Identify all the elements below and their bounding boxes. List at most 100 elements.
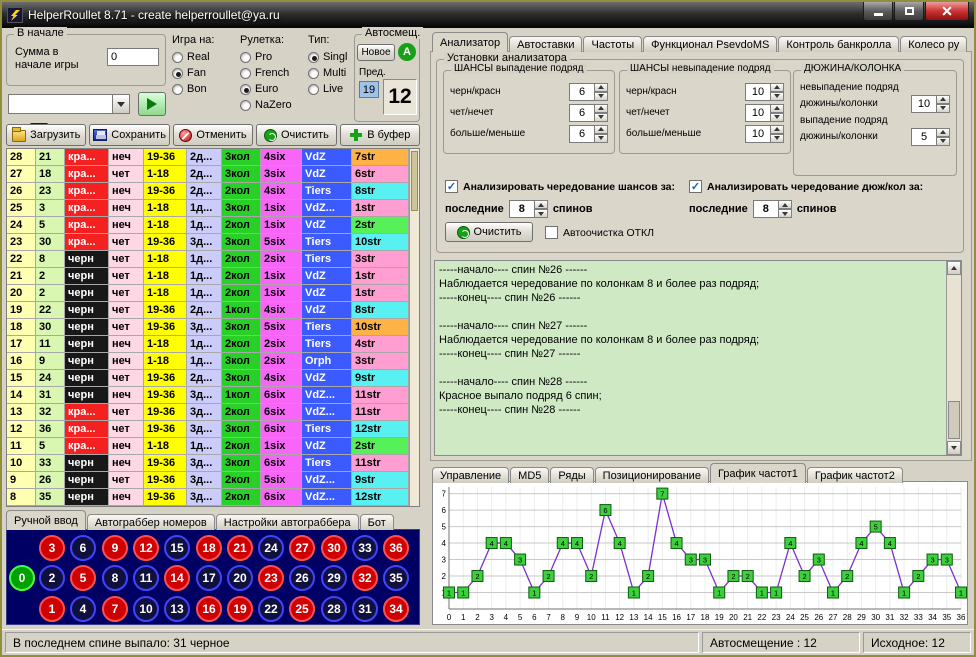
play-button[interactable]	[138, 92, 166, 116]
table-row[interactable]: 2623кра...неч19-362д...2кол4sixTiers8str	[7, 183, 419, 200]
combobox-field[interactable]	[8, 94, 112, 114]
tab-analyzer[interactable]: Анализатор	[432, 32, 508, 52]
spinner-down-button[interactable]	[535, 209, 548, 218]
number-33[interactable]: 33	[352, 535, 378, 561]
spinner-up-button[interactable]	[535, 200, 548, 209]
spinner-up-button[interactable]	[771, 83, 784, 92]
table-scrollbar-thumb[interactable]	[411, 151, 418, 211]
number-17[interactable]: 17	[196, 565, 222, 591]
log-scrollbar[interactable]	[946, 261, 961, 455]
radio-option-live[interactable]: Live	[308, 81, 347, 97]
number-34[interactable]: 34	[383, 596, 409, 622]
number-14[interactable]: 14	[164, 565, 190, 591]
combobox-dropdown-button[interactable]	[112, 94, 130, 114]
number-9[interactable]: 9	[102, 535, 128, 561]
spinner-up-button[interactable]	[595, 83, 608, 92]
close-button[interactable]	[925, 2, 969, 21]
tab-positioning[interactable]: Позиционирование	[595, 467, 709, 483]
spinner-down-button[interactable]	[771, 134, 784, 143]
spinner-down-button[interactable]	[779, 209, 792, 218]
tab-freq-chart1[interactable]: График частот1	[710, 463, 806, 483]
tab-frequencies[interactable]: Частоты	[583, 36, 642, 52]
spinner-up-button[interactable]	[937, 95, 950, 104]
auto-badge[interactable]: A	[398, 43, 416, 61]
number-4[interactable]: 4	[70, 596, 96, 622]
undo-button[interactable]: Отменить	[173, 124, 253, 146]
spinner-up-button[interactable]	[937, 128, 950, 137]
spinner-up-button[interactable]	[771, 104, 784, 113]
table-row[interactable]: 1524чернчет19-362д...3кол4sixVdZ9str	[7, 370, 419, 387]
radio-option-singl[interactable]: Singl	[308, 49, 347, 65]
table-row[interactable]: 1830чернчет19-363д...3кол5sixTiers10str	[7, 319, 419, 336]
number-3[interactable]: 3	[39, 535, 65, 561]
number-31[interactable]: 31	[352, 596, 378, 622]
number-36[interactable]: 36	[383, 535, 409, 561]
radio-option-real[interactable]: Real	[172, 49, 210, 65]
number-19[interactable]: 19	[227, 596, 253, 622]
number-24[interactable]: 24	[258, 535, 284, 561]
table-row[interactable]: 228чернчет1-181д...2кол2sixTiers3str	[7, 251, 419, 268]
spinner-down-button[interactable]	[595, 92, 608, 101]
number-22[interactable]: 22	[258, 596, 284, 622]
tab-md5[interactable]: MD5	[510, 467, 549, 483]
chance-alternation-checkbox[interactable]	[445, 180, 458, 193]
scroll-down-button[interactable]	[947, 441, 961, 455]
load-button[interactable]: Загрузить	[6, 124, 86, 146]
number-11[interactable]: 11	[133, 565, 159, 591]
tab-rows[interactable]: Ряды	[550, 467, 593, 483]
dozen-spinner[interactable]: 5	[911, 128, 950, 146]
tab-control[interactable]: Управление	[432, 467, 509, 483]
spinner-down-button[interactable]	[595, 134, 608, 143]
table-row[interactable]: 926чернчет19-363д...2кол5sixVdZ...9str	[7, 472, 419, 489]
tab-bankroll-control[interactable]: Контроль банкролла	[778, 36, 899, 52]
scroll-up-button[interactable]	[947, 261, 961, 275]
dozen-alternation-checkbox[interactable]	[689, 180, 702, 193]
number-5[interactable]: 5	[70, 565, 96, 591]
table-row[interactable]: 2718кра...чет1-182д...3кол3sixVdZ6str	[7, 166, 419, 183]
number-2[interactable]: 2	[39, 565, 65, 591]
table-row[interactable]: 169черннеч1-181д...3кол2sixOrph3str	[7, 353, 419, 370]
spinner-down-button[interactable]	[595, 113, 608, 122]
table-row[interactable]: 212чернчет1-181д...2кол1sixVdZ1str	[7, 268, 419, 285]
chance-spinner[interactable]: 10	[745, 83, 784, 101]
number-10[interactable]: 10	[133, 596, 159, 622]
table-row[interactable]: 1431черннеч19-363д...1кол6sixVdZ...11str	[7, 387, 419, 404]
spinner-down-button[interactable]	[771, 92, 784, 101]
maximize-button[interactable]	[894, 2, 924, 21]
tab-manual-input[interactable]: Ручной ввод	[6, 510, 86, 530]
analysis-log[interactable]: -----начало---- спин №26 ------Наблюдает…	[434, 260, 962, 456]
chance-spinner[interactable]: 6	[569, 104, 608, 122]
number-8[interactable]: 8	[102, 565, 128, 591]
tab-number-grabber[interactable]: Автограббер номеров	[87, 514, 215, 530]
number-7[interactable]: 7	[102, 596, 128, 622]
table-row[interactable]: 2821кра...неч19-362д...3кол4sixVdZ7str	[7, 149, 419, 166]
autoclear-checkbox[interactable]	[545, 226, 558, 239]
number-6[interactable]: 6	[70, 535, 96, 561]
new-button[interactable]: Новое	[357, 44, 395, 61]
to-buffer-button[interactable]: В буфер	[340, 124, 420, 146]
number-28[interactable]: 28	[321, 596, 347, 622]
save-button[interactable]: Сохранить	[89, 124, 169, 146]
number-1[interactable]: 1	[39, 596, 65, 622]
table-row[interactable]: 2330кра...чет19-363д...3кол5sixTiers10st…	[7, 234, 419, 251]
number-15[interactable]: 15	[164, 535, 190, 561]
number-20[interactable]: 20	[227, 565, 253, 591]
title-bar[interactable]: HelperRoullet 8.71 - create helperroulle…	[2, 2, 974, 28]
chance-spinner[interactable]: 10	[745, 125, 784, 143]
number-13[interactable]: 13	[164, 596, 190, 622]
tab-bot[interactable]: Бот	[360, 514, 394, 530]
tab-freq-chart2[interactable]: График частот2	[807, 467, 903, 483]
number-26[interactable]: 26	[289, 565, 315, 591]
chance-alt-spins-spinner-control[interactable]: 8	[509, 200, 548, 218]
chance-spinner[interactable]: 6	[569, 83, 608, 101]
number-21[interactable]: 21	[227, 535, 253, 561]
number-0[interactable]: 0	[9, 565, 35, 591]
dozen-alt-spins-spinner-control[interactable]: 8	[753, 200, 792, 218]
radio-option-multi[interactable]: Multi	[308, 65, 347, 81]
number-29[interactable]: 29	[321, 565, 347, 591]
number-30[interactable]: 30	[321, 535, 347, 561]
spinner-up-button[interactable]	[779, 200, 792, 209]
number-23[interactable]: 23	[258, 565, 284, 591]
table-row[interactable]: 1922чернчет19-362д...1кол4sixVdZ8str	[7, 302, 419, 319]
number-16[interactable]: 16	[196, 596, 222, 622]
